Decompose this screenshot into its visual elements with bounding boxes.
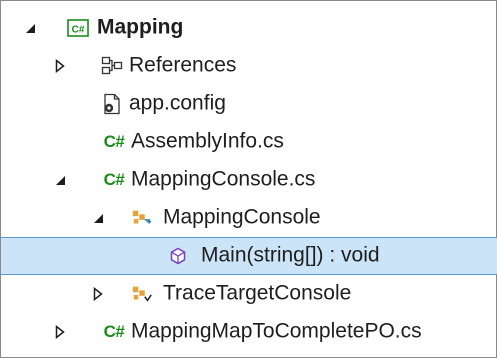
tree-item-label: Main(string[]) : void <box>201 243 380 267</box>
solution-explorer-panel: C# Mapping References app.config C# Asse… <box>0 0 497 358</box>
class-icon <box>131 283 153 305</box>
expanded-arrow-icon[interactable] <box>91 211 105 225</box>
tree-item-label: app.config <box>129 91 226 115</box>
tree-item-label: References <box>129 53 237 77</box>
csharp-file-icon: C# <box>103 170 125 189</box>
tree-item-references[interactable]: References <box>1 47 497 85</box>
csharp-project-icon: C# <box>67 17 89 39</box>
tree-item-mappingconsole-cs[interactable]: C# MappingConsole.cs <box>1 161 497 199</box>
tree-item-label: Mapping <box>97 15 184 39</box>
csharp-file-icon: C# <box>103 322 125 341</box>
tree-item-label: AssemblyInfo.cs <box>131 129 284 153</box>
solution-tree: C# Mapping References app.config C# Asse… <box>1 9 497 351</box>
tree-item-assemblyinfo[interactable]: C# AssemblyInfo.cs <box>1 123 497 161</box>
tree-item-app-config[interactable]: app.config <box>1 85 497 123</box>
expanded-arrow-icon[interactable] <box>53 173 67 187</box>
references-icon <box>101 55 123 77</box>
expanded-arrow-icon[interactable] <box>23 21 37 35</box>
svg-text:C#: C# <box>72 25 85 36</box>
collapsed-arrow-icon[interactable] <box>53 59 67 73</box>
class-icon <box>131 207 153 229</box>
tree-item-mappingmaptocompletepo-cs[interactable]: C# MappingMapToCompletePO.cs <box>1 313 497 351</box>
tree-item-mapping-project[interactable]: C# Mapping <box>1 9 497 47</box>
method-icon <box>167 245 189 267</box>
tree-item-label: MappingConsole <box>163 205 321 229</box>
config-file-icon <box>101 93 123 115</box>
collapsed-arrow-icon[interactable] <box>53 325 67 339</box>
collapsed-arrow-icon[interactable] <box>91 287 105 301</box>
tree-item-label: TraceTargetConsole <box>163 281 352 305</box>
tree-item-main-method[interactable]: Main(string[]) : void <box>1 237 497 275</box>
csharp-file-icon: C# <box>103 132 125 151</box>
tree-item-label: MappingConsole.cs <box>131 167 316 191</box>
tree-item-mappingconsole-class[interactable]: MappingConsole <box>1 199 497 237</box>
tree-item-tracetargetconsole[interactable]: TraceTargetConsole <box>1 275 497 313</box>
tree-item-label: MappingMapToCompletePO.cs <box>131 319 422 343</box>
